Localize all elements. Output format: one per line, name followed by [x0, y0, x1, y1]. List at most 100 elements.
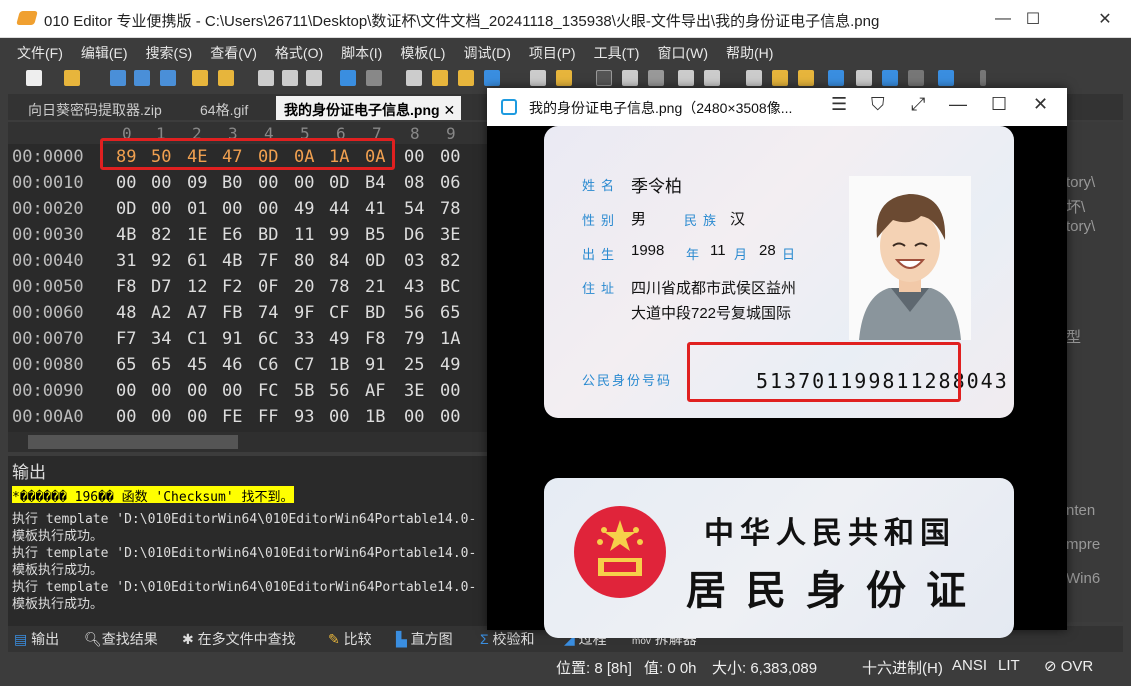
hex-byte[interactable]: 00	[116, 173, 146, 193]
copy-icon[interactable]	[282, 70, 298, 86]
hex-byte[interactable]: 93	[294, 407, 324, 427]
menu-format[interactable]: 格式(O)	[266, 40, 332, 64]
hex-byte[interactable]: 0D	[116, 199, 146, 219]
hex-byte[interactable]: C7	[294, 355, 324, 375]
hex-byte[interactable]: 5B	[294, 381, 324, 401]
hex-byte[interactable]: 1B	[365, 407, 395, 427]
hex-byte[interactable]: 00	[151, 173, 181, 193]
hex-byte[interactable]: 1A	[440, 329, 470, 349]
tab-compare[interactable]: ✎ 比较	[328, 629, 372, 649]
hex-byte[interactable]: 54	[404, 199, 434, 219]
hex-byte[interactable]: 65	[116, 355, 146, 375]
hex-byte[interactable]: 00	[258, 173, 288, 193]
hex-byte[interactable]: 0F	[258, 277, 288, 297]
hex-byte[interactable]: 49	[440, 355, 470, 375]
hex-byte[interactable]: C6	[258, 355, 288, 375]
hex-byte[interactable]: 79	[404, 329, 434, 349]
menu-project[interactable]: 项目(P)	[520, 40, 585, 64]
hex-byte[interactable]: 1B	[329, 355, 359, 375]
hex-byte[interactable]: BD	[258, 225, 288, 245]
hex-byte[interactable]: C1	[187, 329, 217, 349]
hex-byte[interactable]: 31	[116, 251, 146, 271]
hex-byte[interactable]: 4B	[116, 225, 146, 245]
paragraph-icon[interactable]	[648, 70, 664, 86]
hex-byte[interactable]: E6	[222, 225, 252, 245]
hex-byte[interactable]: 00	[404, 407, 434, 427]
maximize-button[interactable]: ☐	[991, 94, 1007, 115]
hex-byte[interactable]: F8	[116, 277, 146, 297]
hex-mode-icon[interactable]	[596, 70, 612, 86]
hex-byte[interactable]: AF	[365, 381, 395, 401]
hex-byte[interactable]: 09	[187, 173, 217, 193]
hex-byte[interactable]: 6C	[258, 329, 288, 349]
cut-icon[interactable]	[258, 70, 274, 86]
horizontal-scrollbar[interactable]	[8, 432, 488, 452]
hex-byte[interactable]: 21	[365, 277, 395, 297]
hex-byte[interactable]: 00	[222, 199, 252, 219]
hex-editor[interactable]: 0 1 2 3 4 5 6 7 8 9 00:0000 89 50 4E 47 0D 0A 1…	[8, 122, 488, 452]
hex-byte[interactable]: B0	[222, 173, 252, 193]
save-all-icon[interactable]	[160, 70, 176, 86]
scroll-thumb[interactable]	[28, 435, 238, 449]
hex-byte[interactable]: 00	[151, 199, 181, 219]
hex-byte[interactable]: 00	[116, 381, 146, 401]
hex-byte[interactable]: D6	[404, 225, 434, 245]
hex-byte[interactable]: 00	[440, 147, 470, 167]
hex-byte[interactable]: 1E	[187, 225, 217, 245]
template-icon[interactable]	[798, 70, 814, 86]
menu-view[interactable]: 查看(V)	[201, 40, 266, 64]
hex-byte[interactable]: F7	[116, 329, 146, 349]
tab-find-results[interactable]: 🔍︎查找结果	[84, 629, 158, 649]
hex-byte[interactable]: 00	[116, 407, 146, 427]
replace-icon[interactable]	[432, 70, 448, 86]
status-encoding[interactable]: 十六进制(H)	[862, 657, 943, 678]
tab-zip[interactable]: 向日葵密码提取器.zip	[28, 96, 162, 120]
menu-search[interactable]: 搜索(S)	[137, 40, 202, 64]
hex-byte[interactable]: 49	[294, 199, 324, 219]
compare-icon[interactable]	[530, 70, 546, 86]
hex-row[interactable]: 00:0090 00 00 00 00 FC 5B 56 AF 3E 00	[8, 378, 488, 404]
goto-icon[interactable]	[484, 70, 500, 86]
find-icon[interactable]	[406, 70, 422, 86]
hex-byte[interactable]: F2	[222, 277, 252, 297]
hex-row[interactable]: 00:0050 F8 D7 12 F2 0F 20 78 21 43 BC	[8, 274, 488, 300]
hex-byte[interactable]: 78	[329, 277, 359, 297]
tab-png[interactable]: 我的身份证电子信息.png ✕	[276, 96, 462, 120]
base-converter-icon[interactable]	[938, 70, 954, 86]
hex-byte[interactable]: 00	[151, 381, 181, 401]
close-tab-icon[interactable]: ✕	[443, 102, 455, 118]
hex-row[interactable]: 00:0040 31 92 61 4B 7F 80 84 0D 03 82	[8, 248, 488, 274]
hex-byte[interactable]: FB	[222, 303, 252, 323]
hex-byte[interactable]: 91	[365, 355, 395, 375]
hex-byte[interactable]: 61	[187, 251, 217, 271]
hex-byte[interactable]: 48	[116, 303, 146, 323]
hex-byte[interactable]: B5	[365, 225, 395, 245]
hex-byte[interactable]: 46	[222, 355, 252, 375]
hex-byte[interactable]: 56	[329, 381, 359, 401]
hex-byte[interactable]: 99	[329, 225, 359, 245]
hex-byte[interactable]: 78	[440, 199, 470, 219]
hex-byte[interactable]: 91	[222, 329, 252, 349]
columns-icon[interactable]	[622, 70, 638, 86]
bookmark-icon[interactable]	[556, 70, 572, 86]
hex-byte[interactable]: A2	[151, 303, 181, 323]
hex-byte[interactable]: 20	[294, 277, 324, 297]
histogram-icon[interactable]	[828, 70, 844, 86]
hex-row[interactable]: 00:0020 0D 00 01 00 00 49 44 41 54 78	[8, 196, 488, 222]
tab-checksum[interactable]: Σ 校验和	[480, 629, 535, 649]
hex-row[interactable]: 00:0060 48 A2 A7 FB 74 9F CF BD 56 65	[8, 300, 488, 326]
hex-byte[interactable]: 9F	[294, 303, 324, 323]
hex-row[interactable]: 00:0070 F7 34 C1 91 6C 33 49 F8 79 1A	[8, 326, 488, 352]
tab-histogram[interactable]: ▙ 直方图	[396, 629, 453, 649]
open-folder-icon[interactable]	[64, 70, 80, 86]
hex-row[interactable]: 00:0080 65 65 45 46 C6 C7 1B 91 25 49	[8, 352, 488, 378]
grid-icon[interactable]	[678, 70, 694, 86]
status-charset[interactable]: ANSI	[952, 657, 987, 674]
close-button[interactable]: ✕	[1082, 0, 1128, 38]
hex-byte[interactable]: 49	[329, 329, 359, 349]
hex-byte[interactable]: 4B	[222, 251, 252, 271]
save-icon[interactable]	[110, 70, 126, 86]
menu-script[interactable]: 脚本(I)	[332, 40, 391, 64]
tab-output[interactable]: ▤ 输出	[14, 629, 59, 649]
hex-byte[interactable]: 82	[440, 251, 470, 271]
